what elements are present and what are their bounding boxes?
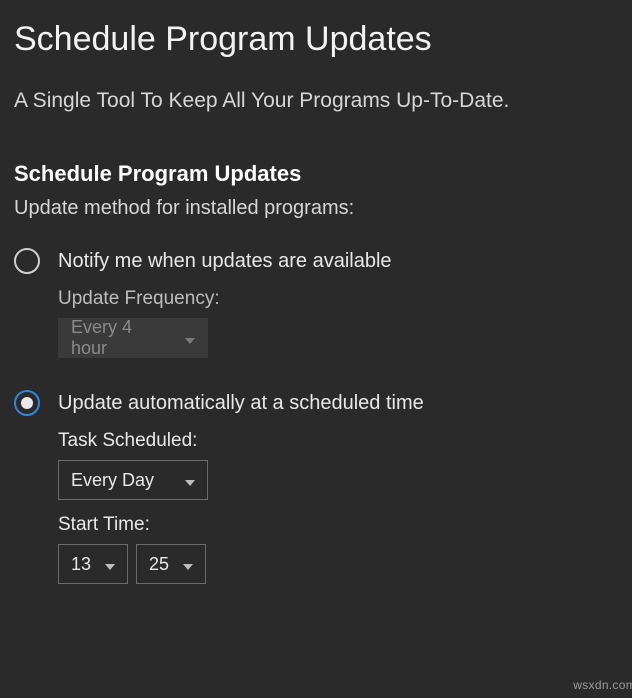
update-frequency-label: Update Frequency: [58,288,632,310]
watermark: wsxdn.com [573,678,632,692]
section-heading: Schedule Program Updates [14,161,632,187]
section-sub: Update method for installed programs: [14,197,632,220]
page-subtitle: A Single Tool To Keep All Your Programs … [14,89,632,113]
chevron-down-icon [185,470,195,491]
start-time-label: Start Time: [58,514,632,536]
task-scheduled-label: Task Scheduled: [58,430,632,452]
start-time-minute-select[interactable]: 25 [136,544,206,584]
radio-scheduled-label: Update automatically at a scheduled time [58,392,424,415]
radio-option-scheduled[interactable]: Update automatically at a scheduled time [14,390,632,416]
chevron-down-icon [105,554,115,575]
start-time-hour-select[interactable]: 13 [58,544,128,584]
update-frequency-value: Every 4 hour [71,317,171,359]
radio-option-notify[interactable]: Notify me when updates are available [14,248,632,274]
chevron-down-icon [183,554,193,575]
start-time-hour-value: 13 [71,554,91,575]
page-title: Schedule Program Updates [14,20,632,59]
task-scheduled-select[interactable]: Every Day [58,460,208,500]
radio-scheduled[interactable] [14,390,40,416]
radio-notify-label: Notify me when updates are available [58,250,392,273]
start-time-minute-value: 25 [149,554,169,575]
chevron-down-icon [185,328,195,349]
update-frequency-select: Every 4 hour [58,318,208,358]
task-scheduled-value: Every Day [71,470,154,491]
radio-notify[interactable] [14,248,40,274]
